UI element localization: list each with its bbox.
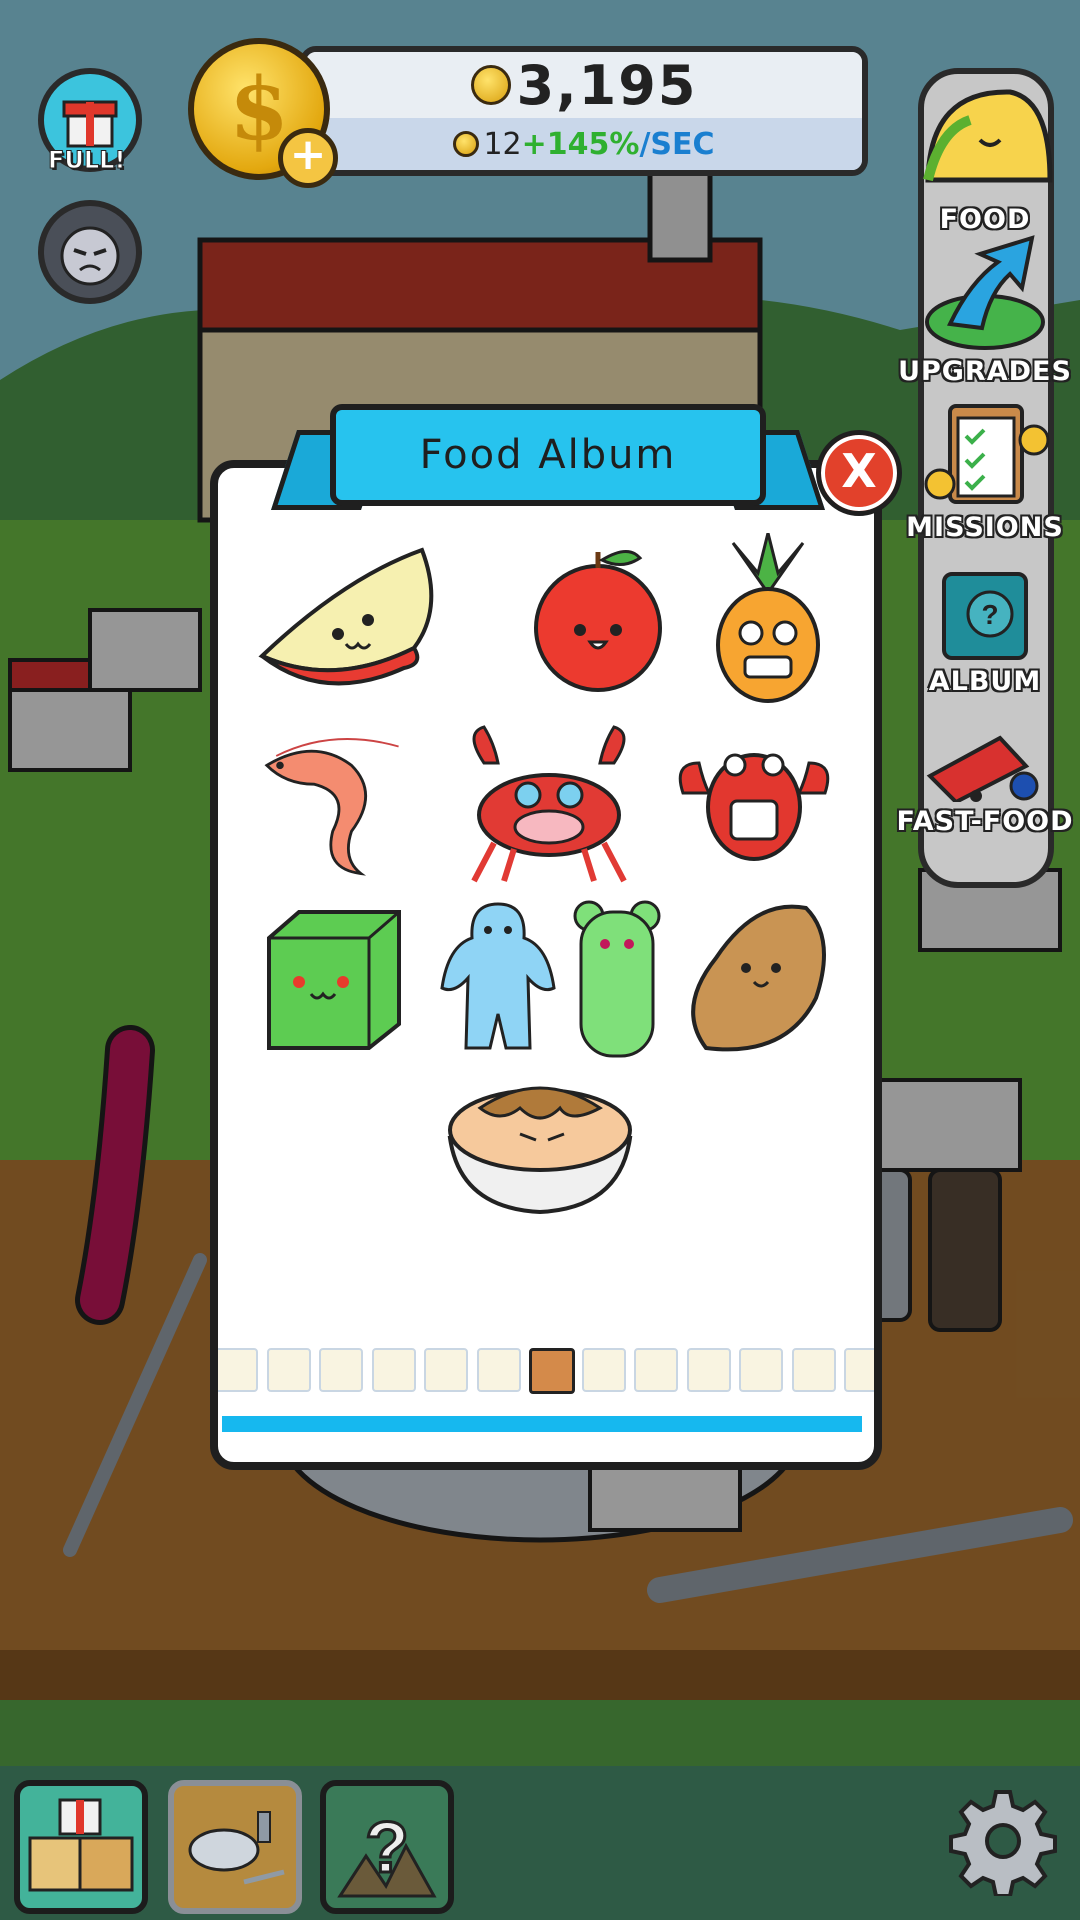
gift-status-label: FULL! [47,146,126,175]
lobster-icon [678,753,830,861]
side-menu-album[interactable]: ? ALBUM [890,570,1080,697]
gift-crates-button[interactable] [14,1780,148,1914]
gummy-bear-icon [573,900,661,1058]
side-menu-missions-label: MISSIONS [906,512,1064,543]
food-apple-slice[interactable] [254,538,434,698]
food-blue-gummy[interactable] [418,898,578,1058]
food-shrimp[interactable] [248,723,408,883]
add-coins-button[interactable]: + [278,128,338,188]
side-menu-food[interactable]: FOOD [890,70,1080,235]
crab-icon [471,725,627,883]
side-menu-fast-food[interactable]: FAST-FOOD [890,716,1080,837]
food-apple[interactable] [518,538,678,698]
truck-icon [926,735,1039,805]
album-page-thumb[interactable] [581,1348,626,1392]
coin-icon [453,131,480,157]
side-menu-upgrades-label: UPGRADES [898,356,1072,387]
album-page-thumb[interactable] [739,1348,783,1392]
mystery-button[interactable]: ? [320,1780,454,1914]
album-page-strip [218,1348,874,1394]
svg-text:?: ? [365,1808,409,1888]
coin-total: 3,195 [516,53,698,117]
food-pineapple[interactable] [688,533,848,703]
pineapple-icon [716,533,820,703]
coin-counter-panel: 3,195 12 +145% /SEC [300,46,868,176]
coin-icon [470,65,511,105]
table-icon [188,1811,285,1885]
blue-gummy-icon [440,902,556,1050]
shrimp-icon [264,738,399,876]
mystery-icon: ? [337,1807,437,1898]
food-potato[interactable] [676,898,836,1058]
food-green-jelly-cube[interactable] [254,898,414,1058]
album-scroll-progress [222,1416,862,1432]
apple-icon [534,550,662,692]
side-menu-food-label: FOOD [939,204,1031,235]
food-album-modal [210,460,882,1470]
svg-text:?: ? [981,599,998,630]
album-page-thumb[interactable] [266,1348,311,1392]
food-pie[interactable] [440,1068,640,1218]
angry-face-icon [60,226,120,286]
album-title: Food Album [419,432,677,478]
album-title-banner: Food Album [330,404,766,506]
album-page-thumb[interactable] [529,1348,575,1394]
character-button[interactable] [38,200,142,304]
arrow-up-icon [925,235,1045,350]
album-page-thumb[interactable] [371,1348,416,1392]
pie-icon [447,1086,633,1215]
album-page-thumb[interactable] [686,1348,731,1392]
food-green-gummy-bear[interactable] [562,898,672,1058]
book-icon: ? [942,572,1028,660]
apple-slice-icon [258,547,434,686]
close-button[interactable]: X [816,430,902,516]
rate-bonus: +145% [521,126,640,162]
potato-icon [691,904,826,1052]
side-menu-upgrades[interactable]: UPGRADES [890,232,1080,387]
food-lobster[interactable] [664,723,844,883]
bottom-toolbar [0,1766,1080,1920]
side-menu-fast-food-label: FAST-FOOD [896,806,1074,837]
gear-icon[interactable] [948,1786,1058,1896]
album-page-thumb[interactable] [476,1348,521,1392]
jelly-cube-icon [267,910,401,1050]
rate-unit: /SEC [639,126,715,162]
album-page-thumb[interactable] [634,1348,678,1392]
album-page-thumb[interactable] [218,1348,258,1392]
gift-crates-icon [28,1798,134,1892]
side-menu-album-label: ALBUM [928,666,1042,697]
taco-icon [923,89,1053,183]
side-menu-missions[interactable]: MISSIONS [890,400,1080,543]
album-page-thumb[interactable] [319,1348,363,1392]
clipboard-icon [924,404,1050,504]
food-crab[interactable] [454,723,644,883]
table-view-button[interactable] [168,1780,302,1914]
album-page-thumb[interactable] [844,1348,874,1392]
album-page-thumb[interactable] [424,1348,468,1392]
album-page-thumb[interactable] [791,1348,836,1392]
rate-base: 12 [483,126,522,162]
